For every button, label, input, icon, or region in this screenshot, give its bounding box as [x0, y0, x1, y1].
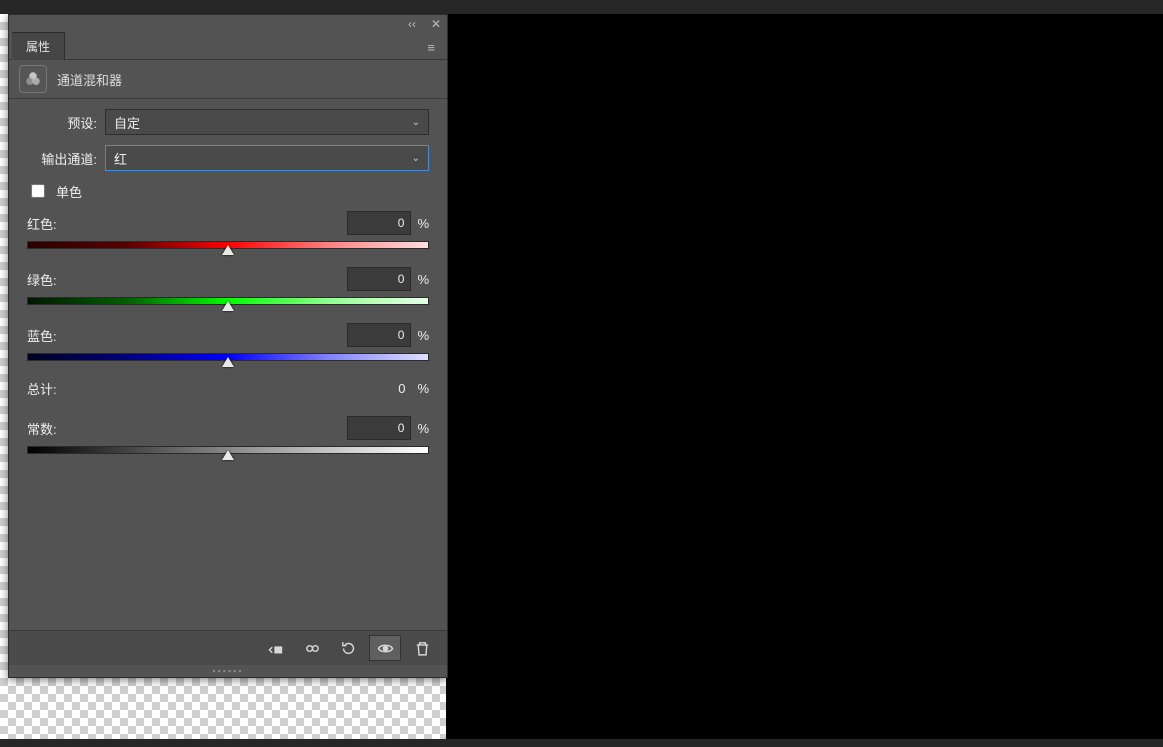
output-channel-label: 输出通道: [27, 149, 105, 168]
red-value-input[interactable] [347, 211, 411, 235]
view-previous-state-button[interactable] [297, 636, 327, 660]
app-topbar [0, 0, 1163, 14]
total-label: 总计: [27, 379, 57, 398]
green-slider-track[interactable] [27, 297, 429, 305]
canvas-area[interactable] [446, 14, 1156, 739]
monochrome-label: 单色 [56, 182, 82, 201]
reset-button[interactable] [333, 636, 363, 660]
green-value-input[interactable] [347, 267, 411, 291]
panel-tabs: 属性 ≡ [9, 33, 447, 60]
chevron-down-icon: ⌄ [412, 153, 420, 164]
red-slider-track[interactable] [27, 241, 429, 249]
preset-label: 预设: [27, 113, 105, 132]
preset-value: 自定 [114, 113, 140, 132]
panel-resize-handle[interactable]: ▪▪▪▪▪▪ [9, 665, 447, 677]
channel-mixer-icon [19, 65, 47, 93]
red-slider-handle[interactable] [222, 245, 234, 255]
percent-symbol: % [417, 272, 429, 287]
blue-slider-group: 蓝色: % [27, 323, 429, 361]
percent-symbol: % [417, 381, 429, 396]
constant-label: 常数: [27, 419, 57, 438]
panel-titlebar[interactable]: ‹‹ ✕ [9, 15, 447, 33]
percent-symbol: % [417, 421, 429, 436]
chevron-down-icon: ⌄ [412, 117, 420, 128]
monochrome-checkbox[interactable] [31, 184, 45, 198]
toggle-visibility-button[interactable] [369, 635, 401, 661]
green-slider-handle[interactable] [222, 301, 234, 311]
constant-slider-handle[interactable] [222, 450, 234, 460]
tab-properties[interactable]: 属性 [12, 32, 65, 60]
properties-panel: ‹‹ ✕ 属性 ≡ 通道混和器 预设: 自定 ⌄ 输出通道: 红 ⌄ [8, 14, 448, 678]
percent-symbol: % [417, 216, 429, 231]
constant-slider-group: 常数: % [27, 416, 429, 454]
total-value: 0 [355, 381, 411, 396]
preset-dropdown[interactable]: 自定 ⌄ [105, 109, 429, 135]
output-channel-dropdown[interactable]: 红 ⌄ [105, 145, 429, 171]
blue-slider-handle[interactable] [222, 357, 234, 367]
monochrome-row: 单色 [27, 181, 429, 201]
panel-close-icon[interactable]: ✕ [429, 17, 443, 31]
delete-button[interactable] [407, 636, 437, 660]
panel-header: 通道混和器 [9, 60, 447, 99]
red-slider-group: 红色: % [27, 211, 429, 249]
total-row: 总计: 0 % [27, 379, 429, 398]
adjustment-title: 通道混和器 [57, 70, 122, 89]
panel-footer [9, 630, 447, 665]
constant-slider-track[interactable] [27, 446, 429, 454]
green-label: 绿色: [27, 270, 57, 289]
constant-value-input[interactable] [347, 416, 411, 440]
percent-symbol: % [417, 328, 429, 343]
red-label: 红色: [27, 214, 57, 233]
blue-slider-track[interactable] [27, 353, 429, 361]
panel-collapse-icon[interactable]: ‹‹ [405, 17, 419, 31]
panel-body: 预设: 自定 ⌄ 输出通道: 红 ⌄ 单色 红色: % [9, 99, 447, 630]
app-bottombar [0, 739, 1163, 747]
panel-menu-icon[interactable]: ≡ [423, 36, 439, 59]
green-slider-group: 绿色: % [27, 267, 429, 305]
blue-value-input[interactable] [347, 323, 411, 347]
blue-label: 蓝色: [27, 326, 57, 345]
output-channel-row: 输出通道: 红 ⌄ [27, 145, 429, 171]
preset-row: 预设: 自定 ⌄ [27, 109, 429, 135]
clip-to-layer-button[interactable] [261, 636, 291, 660]
output-channel-value: 红 [114, 149, 127, 168]
